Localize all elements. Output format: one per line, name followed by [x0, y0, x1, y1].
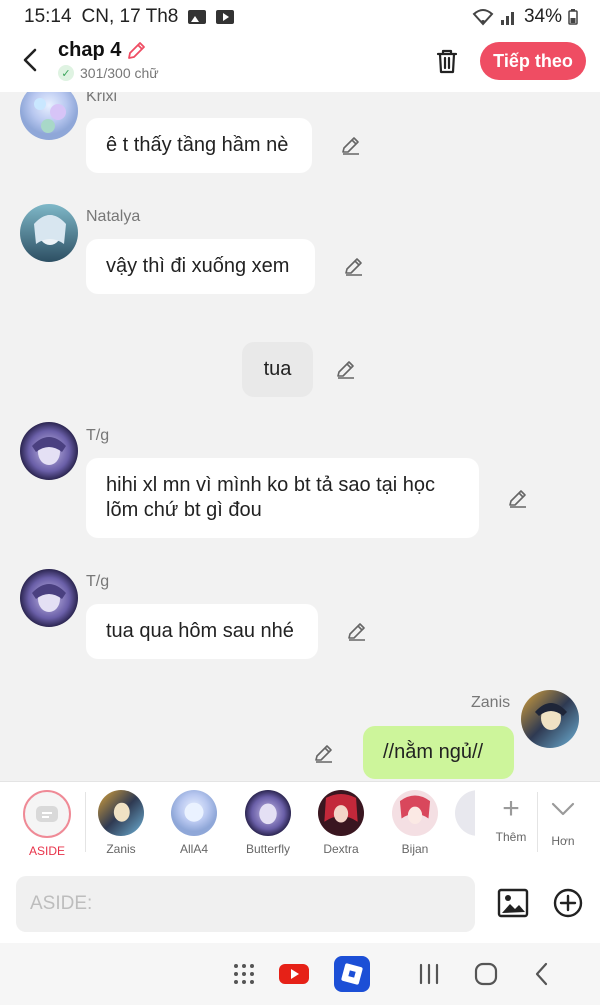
- own-message-bubble[interactable]: //nằm ngủ//: [363, 726, 514, 779]
- message-text: tua: [263, 358, 292, 380]
- character-bar: ASIDE Zanis AllA4 Butterfly Dextra Bijan…: [0, 781, 600, 863]
- add-circle-icon[interactable]: [552, 887, 584, 919]
- roblox-icon: [334, 956, 370, 992]
- more-label: Hơn: [551, 834, 575, 848]
- chapter-title: chap 4: [58, 39, 122, 61]
- wifi-icon: [472, 9, 494, 26]
- speaker-name: T/g: [86, 427, 110, 444]
- status-time: 15:14: [24, 6, 72, 27]
- edit-title-icon[interactable]: [125, 40, 147, 62]
- character-avatar: [455, 790, 475, 836]
- more-button[interactable]: Hơn: [538, 792, 588, 848]
- character-dextra[interactable]: Dextra: [306, 790, 376, 856]
- speaker-name: Zanis: [471, 694, 511, 711]
- word-count: ✓ 301/300 chữ: [58, 65, 159, 81]
- battery-icon: [568, 9, 578, 25]
- youtube-notification-icon: [216, 10, 235, 24]
- youtube-app-button[interactable]: [278, 958, 310, 990]
- youtube-icon: [279, 964, 309, 984]
- aside-bubble[interactable]: tua: [242, 342, 313, 397]
- add-character-button[interactable]: + Thêm: [486, 792, 536, 844]
- character-avatar: [392, 790, 438, 836]
- message-bubble[interactable]: tua qua hôm sau nhé: [86, 604, 318, 659]
- character-bijan[interactable]: Bijan: [380, 790, 450, 856]
- character-avatar: [318, 790, 364, 836]
- image-icon[interactable]: [497, 887, 529, 919]
- signal-icon: [500, 12, 514, 25]
- character-avatar: [98, 790, 144, 836]
- character-partial[interactable]: [455, 790, 475, 836]
- recents-icon: [419, 963, 439, 985]
- chevron-down-icon: [538, 792, 588, 830]
- edit-message-icon[interactable]: [343, 255, 365, 277]
- word-count-text: 301/300 chữ: [80, 65, 159, 81]
- back-button[interactable]: [16, 46, 44, 74]
- edit-message-icon[interactable]: [507, 487, 529, 509]
- title-block: chap 4 ✓ 301/300 chữ: [58, 39, 159, 81]
- edit-message-icon[interactable]: [313, 742, 335, 764]
- trash-icon[interactable]: [432, 46, 462, 76]
- character-butterfly[interactable]: Butterfly: [233, 790, 303, 856]
- chat-area[interactable]: Krixi ê t thấy tầng hầm nè Natalya vậy t…: [0, 92, 600, 782]
- back-icon: [535, 962, 548, 986]
- message-bubble[interactable]: hihi xl mn vì mình ko bt tả sao tại học …: [86, 458, 479, 538]
- avatar-zanis: [521, 690, 579, 748]
- recents-button[interactable]: [413, 958, 445, 990]
- edit-message-icon[interactable]: [335, 358, 357, 380]
- character-avatar: [245, 790, 291, 836]
- character-label: AllA4: [179, 842, 208, 856]
- character-label: Dextra: [323, 842, 359, 856]
- character-label: ASIDE: [28, 844, 65, 858]
- battery-level: 34%: [523, 6, 562, 27]
- character-aside[interactable]: ASIDE: [12, 790, 82, 858]
- message-bubble[interactable]: vậy thì đi xuống xem: [86, 239, 315, 294]
- home-icon: [474, 962, 498, 986]
- chevron-left-icon: [23, 48, 37, 72]
- gallery-notification-icon: [188, 10, 207, 24]
- message-text: vậy thì đi xuống xem: [106, 255, 290, 277]
- edit-message-icon[interactable]: [340, 134, 362, 156]
- apps-grid-icon: [234, 964, 254, 984]
- status-date: CN, 17 Th8: [81, 6, 179, 27]
- speaker-name: Krixi: [86, 92, 118, 105]
- avatar-tg: [20, 422, 78, 480]
- message-input[interactable]: [16, 876, 475, 932]
- character-alla4[interactable]: AllA4: [159, 790, 229, 856]
- edit-message-icon[interactable]: [346, 620, 368, 642]
- character-label: Butterfly: [245, 842, 290, 856]
- avatar-natalya: [20, 204, 78, 262]
- message-text: tua qua hôm sau nhé: [106, 620, 294, 642]
- message-text-line-1: hihi xl mn vì mình ko bt tả sao tại học: [106, 474, 436, 496]
- home-button[interactable]: [470, 958, 502, 990]
- message-bubble[interactable]: ê t thấy tầng hầm nè: [86, 118, 312, 173]
- system-back-button[interactable]: [526, 958, 558, 990]
- speaker-name: Natalya: [86, 208, 141, 225]
- character-label: Bijan: [401, 842, 429, 856]
- message-text: ê t thấy tầng hầm nè: [106, 134, 289, 156]
- message-text-line-2: lõm chứ bt gì đou: [106, 499, 262, 521]
- chapter-header: chap 4 ✓ 301/300 chữ Tiếp theo: [0, 34, 600, 92]
- roblox-app-button[interactable]: [334, 956, 370, 992]
- status-bar: 15:14 CN, 17 Th8 34%: [0, 0, 600, 34]
- character-avatar: [171, 790, 217, 836]
- character-label: Zanis: [106, 842, 136, 856]
- avatar-tg: [20, 569, 78, 627]
- message-text: //nằm ngủ//: [383, 741, 484, 763]
- check-icon: ✓: [58, 65, 74, 81]
- add-label: Thêm: [495, 830, 527, 844]
- aside-icon: [36, 806, 58, 822]
- apps-grid-button[interactable]: [228, 958, 260, 990]
- avatar-krixi: [20, 92, 78, 140]
- plus-icon: +: [502, 792, 520, 825]
- input-bar: [0, 863, 600, 943]
- speaker-name: T/g: [86, 573, 110, 590]
- character-zanis[interactable]: Zanis: [86, 790, 156, 856]
- next-button[interactable]: Tiếp theo: [480, 42, 586, 80]
- system-nav-bar: [0, 943, 600, 1005]
